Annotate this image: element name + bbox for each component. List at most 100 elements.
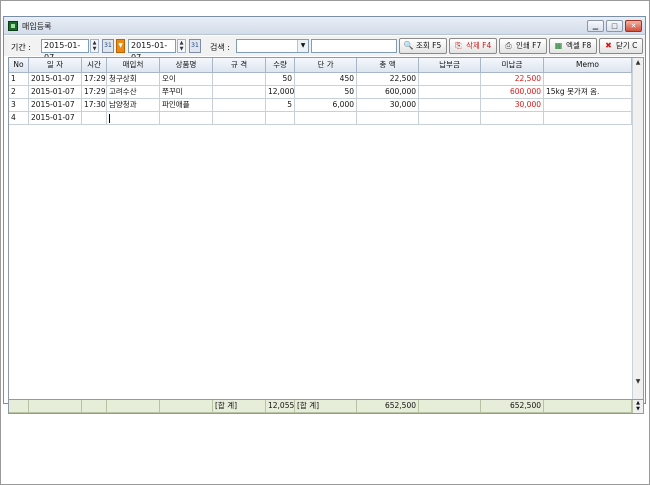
cell-product[interactable]: 쭈꾸미 — [160, 86, 213, 99]
delete-button-label: 삭제 F4 — [466, 41, 492, 50]
cell-time[interactable]: 17:30 — [82, 99, 107, 112]
cell-vendor[interactable]: 청구상회 — [107, 73, 160, 86]
scroll-up-icon[interactable]: ▲ — [633, 58, 643, 68]
vertical-scrollbar[interactable]: ▲ ▼ — [632, 58, 643, 399]
cell-vendor[interactable]: 남양청과 — [107, 99, 160, 112]
footer-scroll-spinner[interactable]: ▲ ▼ — [632, 400, 643, 413]
range-arrow-icon[interactable]: ▼ — [116, 39, 125, 53]
cell-date[interactable]: 2015-01-07 — [29, 86, 82, 99]
cell-unpaid[interactable]: 600,000 — [481, 86, 544, 99]
cell-unpaid[interactable]: 30,000 — [481, 99, 544, 112]
cell-price[interactable] — [295, 112, 357, 125]
print-button[interactable]: ⎙ 인쇄 F7 — [499, 38, 547, 54]
close-button-label: 닫기 C — [616, 41, 638, 50]
header-qty[interactable]: 수량 — [266, 58, 295, 73]
text-cursor — [109, 113, 110, 123]
footer-cell — [160, 400, 213, 413]
cell-no[interactable]: 2 — [9, 86, 29, 99]
cell-spec[interactable] — [213, 86, 266, 99]
chevron-down-icon[interactable]: ▼ — [297, 40, 308, 52]
cell-price[interactable]: 50 — [295, 86, 357, 99]
cell-vendor-editing[interactable] — [107, 112, 160, 125]
cell-qty[interactable] — [266, 112, 295, 125]
header-spec[interactable]: 규 격 — [213, 58, 266, 73]
cell-memo[interactable]: 15kg 못가져 옴. — [544, 86, 632, 99]
cell-memo[interactable] — [544, 73, 632, 86]
cell-spec[interactable] — [213, 73, 266, 86]
cell-qty[interactable]: 5 — [266, 99, 295, 112]
cell-paid[interactable] — [419, 112, 481, 125]
period-label: 기간 : — [11, 43, 31, 52]
scroll-down-icon[interactable]: ▼ — [633, 377, 643, 387]
footer-cell — [419, 400, 481, 413]
title-bar[interactable]: 매입등록 ▁ □ ✕ — [4, 17, 645, 35]
cell-product[interactable]: 파인애플 — [160, 99, 213, 112]
cell-paid[interactable] — [419, 86, 481, 99]
cell-spec[interactable] — [213, 112, 266, 125]
cell-unpaid[interactable]: 22,500 — [481, 73, 544, 86]
cell-qty[interactable]: 50 — [266, 73, 295, 86]
header-memo[interactable]: Memo — [544, 58, 632, 73]
header-total[interactable]: 총 액 — [357, 58, 419, 73]
cell-qty[interactable]: 12,000 — [266, 86, 295, 99]
header-price[interactable]: 단 가 — [295, 58, 357, 73]
table-row[interactable]: 3 2015-01-07 17:30 남양청과 파인애플 5 6,000 30,… — [9, 99, 632, 112]
header-vendor[interactable]: 매입처 — [107, 58, 160, 73]
header-time[interactable]: 시간 — [82, 58, 107, 73]
purchase-grid[interactable]: No 일 자 시간 매입처 상품명 규 격 수량 단 가 총 액 납부금 미납금… — [8, 57, 644, 400]
delete-icon: ⎘ — [455, 41, 462, 50]
header-product[interactable]: 상품명 — [160, 58, 213, 73]
cell-no[interactable]: 3 — [9, 99, 29, 112]
cell-product[interactable]: 오이 — [160, 73, 213, 86]
close-button[interactable]: ✖ 닫기 C — [599, 38, 643, 54]
cell-time[interactable]: 17:29 — [82, 73, 107, 86]
header-date[interactable]: 일 자 — [29, 58, 82, 73]
calendar-icon[interactable]: 31 — [189, 39, 201, 53]
search-field-select[interactable]: ▼ — [236, 39, 309, 53]
cell-memo[interactable] — [544, 99, 632, 112]
printer-icon: ⎙ — [505, 41, 512, 50]
unpaid-sum: 652,500 — [481, 400, 544, 413]
qty-sum-label: [합 계] — [213, 400, 266, 413]
table-row[interactable]: 2 2015-01-07 17:29 고려수산 쭈꾸미 12,000 50 60… — [9, 86, 632, 99]
cell-product[interactable] — [160, 112, 213, 125]
cell-time[interactable]: 17:29 — [82, 86, 107, 99]
cell-price[interactable]: 450 — [295, 73, 357, 86]
date-from-input[interactable]: 2015-01-07 — [41, 39, 89, 62]
cell-total[interactable]: 30,000 — [357, 99, 419, 112]
cell-total[interactable]: 600,000 — [357, 86, 419, 99]
print-button-label: 인쇄 F7 — [516, 41, 542, 50]
cell-total[interactable] — [357, 112, 419, 125]
date-from-spinner[interactable]: ▲ ▼ — [90, 39, 99, 53]
cell-time[interactable] — [82, 112, 107, 125]
cell-unpaid[interactable] — [481, 112, 544, 125]
table-row-new[interactable]: 4 2015-01-07 — [9, 112, 632, 125]
minimize-button[interactable]: ▁ — [587, 20, 604, 32]
date-to-spinner[interactable]: ▲ ▼ — [177, 39, 186, 53]
cell-date[interactable]: 2015-01-07 — [29, 112, 82, 125]
delete-button[interactable]: ⎘ 삭제 F4 — [449, 38, 497, 54]
cell-no[interactable]: 4 — [9, 112, 29, 125]
cell-date[interactable]: 2015-01-07 — [29, 73, 82, 86]
cell-paid[interactable] — [419, 99, 481, 112]
magnifier-icon: 🔍 — [403, 41, 414, 50]
cell-date[interactable]: 2015-01-07 — [29, 99, 82, 112]
window-close-button[interactable]: ✕ — [625, 20, 642, 32]
table-row[interactable]: 1 2015-01-07 17:29 청구상회 오이 50 450 22,500… — [9, 73, 632, 86]
maximize-button[interactable]: □ — [606, 20, 623, 32]
excel-button[interactable]: ▦ 엑셀 F8 — [549, 38, 597, 54]
cell-memo[interactable] — [544, 112, 632, 125]
cell-vendor[interactable]: 고려수산 — [107, 86, 160, 99]
date-to-input[interactable]: 2015-01-07 — [128, 39, 176, 62]
cell-price[interactable]: 6,000 — [295, 99, 357, 112]
search-button[interactable]: 🔍 조회 F5 — [399, 38, 447, 54]
calendar-icon[interactable]: 31 — [102, 39, 114, 53]
cell-no[interactable]: 1 — [9, 73, 29, 86]
header-unpaid[interactable]: 미납금 — [481, 58, 544, 73]
cell-total[interactable]: 22,500 — [357, 73, 419, 86]
header-no[interactable]: No — [9, 58, 29, 73]
header-paid[interactable]: 납부금 — [419, 58, 481, 73]
cell-spec[interactable] — [213, 99, 266, 112]
search-input[interactable] — [311, 39, 397, 53]
cell-paid[interactable] — [419, 73, 481, 86]
